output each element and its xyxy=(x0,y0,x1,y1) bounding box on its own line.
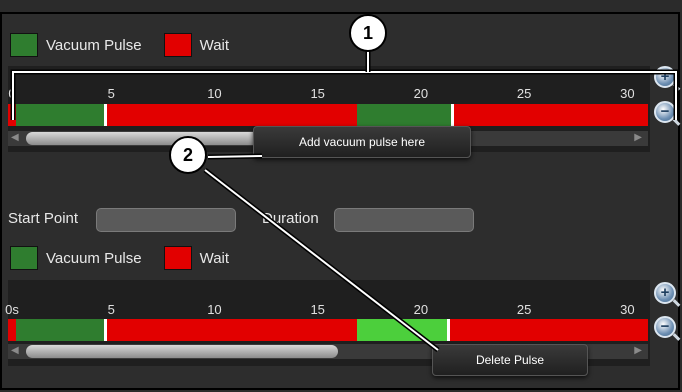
callout-2: 2 xyxy=(169,136,207,174)
callout-lines xyxy=(10,50,679,352)
screenshot-root: Vacuum Pulse Wait 0 5 10 15 20 25 30 ◀ ▶ Add v… xyxy=(0,0,682,392)
callout-1: 1 xyxy=(349,14,387,52)
